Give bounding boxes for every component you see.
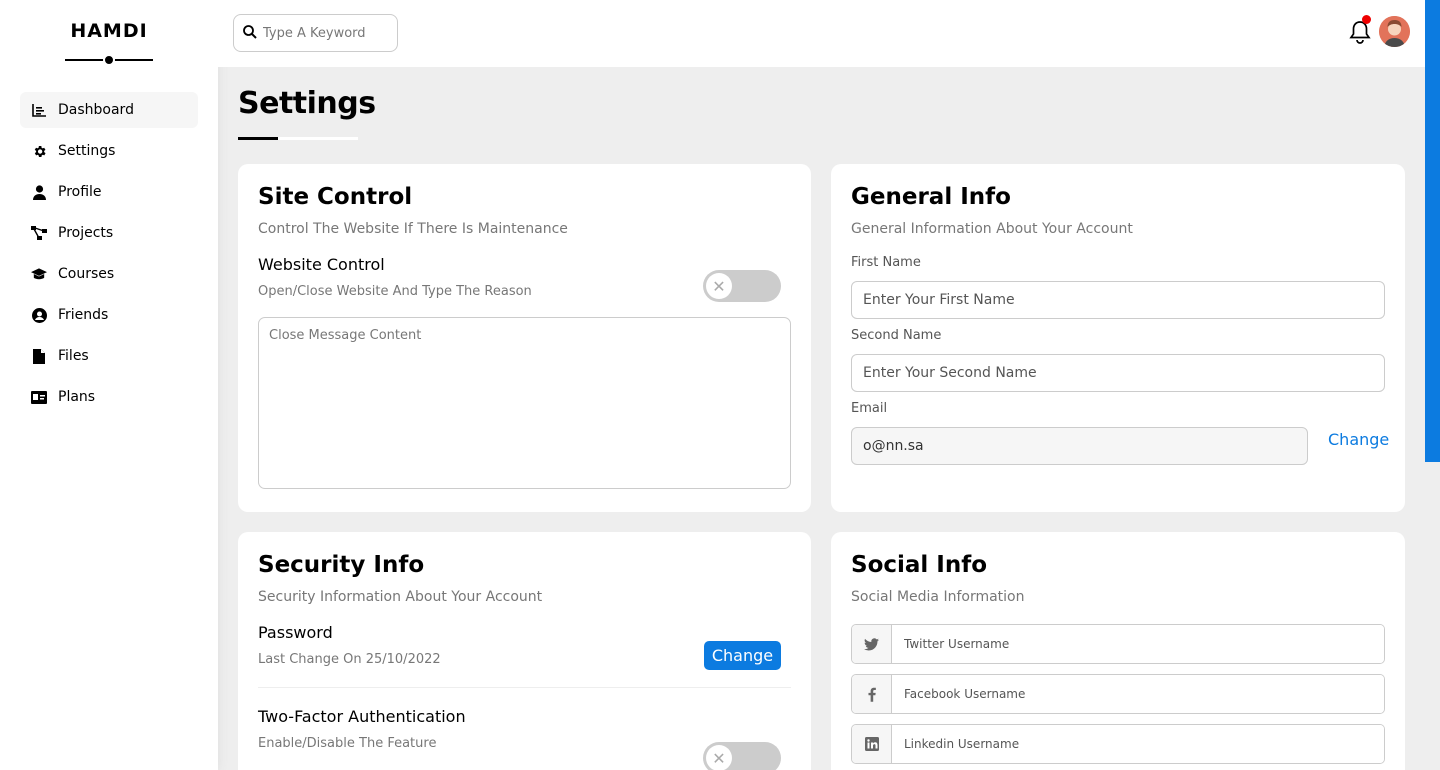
card-title: General Info (851, 184, 1011, 210)
file-icon (31, 348, 47, 364)
sidebar-item-courses[interactable]: Courses (20, 256, 198, 292)
facebook-field (851, 674, 1385, 714)
sidebar-item-friends[interactable]: Friends (20, 297, 198, 333)
card-subtitle: Security Information About Your Account (258, 589, 543, 605)
notification-badge (1362, 15, 1371, 24)
search-input[interactable] (263, 25, 383, 41)
twitter-icon (852, 625, 892, 663)
two-factor-desc: Enable/Disable The Feature (258, 736, 437, 751)
sidebar-item-label: Settings (58, 143, 116, 159)
card-title: Social Info (851, 552, 988, 578)
chart-icon (31, 102, 47, 118)
card-title: Site Control (258, 184, 413, 210)
title-underline (238, 137, 358, 140)
sidebar-item-plans[interactable]: Plans (20, 379, 198, 415)
card-title: Security Info (258, 552, 425, 578)
two-factor-toggle[interactable]: ✕ (703, 742, 781, 770)
sidebar-item-label: Projects (58, 225, 114, 241)
sidebar-item-label: Files (58, 348, 89, 364)
website-control-desc: Open/Close Website And Type The Reason (258, 284, 532, 299)
security-info-card: Security Info Security Information About… (238, 532, 811, 770)
sidebar-item-dashboard[interactable]: Dashboard (20, 92, 198, 128)
divider (258, 687, 791, 688)
card-subtitle: Social Media Information (851, 589, 1025, 605)
top-header (218, 0, 1425, 67)
twitter-input[interactable] (892, 625, 1384, 663)
card-subtitle: General Information About Your Account (851, 221, 1133, 237)
email-field[interactable] (851, 427, 1308, 465)
sidebar-item-label: Dashboard (58, 102, 134, 118)
brand-logo: HAMDI (70, 20, 148, 42)
second-name-label: Second Name (851, 328, 942, 343)
first-name-label: First Name (851, 255, 921, 270)
linkedin-input[interactable] (892, 725, 1384, 763)
search-box[interactable] (233, 14, 398, 52)
change-password-button[interactable]: Change (704, 641, 781, 670)
social-info-card: Social Info Social Media Information (831, 532, 1405, 770)
sidebar-item-profile[interactable]: Profile (20, 174, 198, 210)
gear-icon (31, 143, 47, 159)
second-name-input[interactable] (851, 354, 1385, 392)
sidebar-item-label: Profile (58, 184, 102, 200)
general-info-card: General Info General Information About Y… (831, 164, 1405, 512)
sidebar-item-label: Plans (58, 389, 96, 405)
first-name-input[interactable] (851, 281, 1385, 319)
sidebar-item-label: Friends (58, 307, 109, 323)
facebook-icon (852, 675, 892, 713)
website-control-toggle[interactable]: ✕ (703, 270, 781, 302)
scrollbar-thumb[interactable] (1425, 0, 1440, 462)
sidebar-item-label: Courses (58, 266, 115, 282)
diagram-icon (31, 225, 47, 241)
graduation-cap-icon (31, 266, 47, 282)
twitter-field (851, 624, 1385, 664)
notification-button[interactable] (1349, 15, 1373, 44)
logo-divider (65, 50, 153, 70)
avatar[interactable] (1379, 16, 1410, 47)
email-label: Email (851, 401, 888, 416)
id-card-icon (31, 389, 47, 405)
scrollbar[interactable] (1425, 0, 1440, 770)
bell-icon (1349, 21, 1371, 48)
sidebar-nav: Dashboard Settings Profile Projects Cour… (0, 92, 218, 415)
two-factor-label: Two-Factor Authentication (258, 707, 466, 726)
sidebar-item-settings[interactable]: Settings (20, 133, 198, 169)
linkedin-field (851, 724, 1385, 764)
site-control-card: Site Control Control The Website If Ther… (238, 164, 811, 512)
circle-user-icon (31, 307, 47, 323)
close-message-textarea[interactable] (258, 317, 791, 489)
facebook-input[interactable] (892, 675, 1384, 713)
search-icon (243, 24, 257, 43)
linkedin-icon (852, 725, 892, 763)
website-control-label: Website Control (258, 255, 385, 274)
user-icon (31, 184, 47, 200)
sidebar-item-files[interactable]: Files (20, 338, 198, 374)
sidebar-item-projects[interactable]: Projects (20, 215, 198, 251)
password-label: Password (258, 623, 333, 642)
password-last-change: Last Change On 25/10/2022 (258, 652, 441, 667)
card-subtitle: Control The Website If There Is Maintena… (258, 221, 568, 237)
close-icon: ✕ (706, 273, 732, 299)
change-email-link[interactable]: Change (1328, 430, 1389, 449)
sidebar: HAMDI Dashboard Settings Profile Project… (0, 0, 218, 770)
close-icon: ✕ (706, 745, 732, 770)
page-title: Settings (238, 86, 376, 121)
